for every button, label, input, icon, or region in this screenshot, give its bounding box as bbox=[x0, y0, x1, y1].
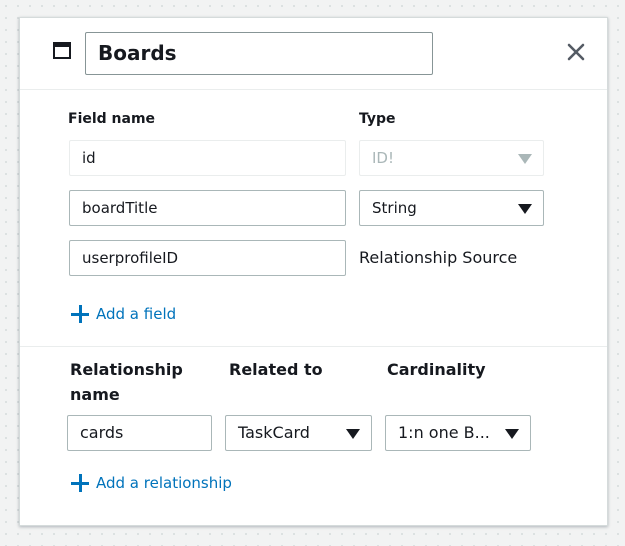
model-title-input[interactable]: Boards bbox=[85, 32, 433, 75]
caret-down-icon bbox=[518, 154, 532, 164]
relationship-name-input[interactable]: cards bbox=[67, 415, 212, 451]
field-type-select-boardtitle[interactable]: String bbox=[359, 190, 544, 226]
window-icon bbox=[53, 42, 71, 59]
related-to-value: TaskCard bbox=[238, 423, 310, 442]
plus-icon bbox=[71, 474, 89, 492]
header-divider bbox=[20, 89, 607, 90]
type-header: Type bbox=[359, 111, 396, 127]
related-to-select[interactable]: TaskCard bbox=[225, 415, 372, 451]
caret-down-icon bbox=[518, 204, 532, 214]
add-relationship-button[interactable]: Add a relationship bbox=[71, 474, 232, 492]
section-divider bbox=[20, 346, 607, 347]
relationship-name-header: Relationship name bbox=[70, 360, 183, 404]
field-type-value: ID! bbox=[372, 149, 394, 167]
plus-icon bbox=[71, 305, 89, 323]
close-icon[interactable] bbox=[564, 40, 588, 64]
add-relationship-label: Add a relationship bbox=[96, 474, 232, 492]
field-name-input-id: id bbox=[69, 140, 346, 176]
relationship-source-label: Relationship Source bbox=[359, 248, 518, 267]
cardinality-value: 1:n one B... bbox=[398, 423, 490, 442]
field-type-select-id: ID! bbox=[359, 140, 544, 176]
related-to-header: Related to bbox=[229, 360, 323, 379]
field-name-input-userprofileid[interactable]: userprofileID bbox=[69, 240, 346, 276]
field-name-header: Field name bbox=[68, 111, 156, 127]
caret-down-icon bbox=[346, 429, 360, 439]
field-name-input-boardtitle[interactable]: boardTitle bbox=[69, 190, 346, 226]
caret-down-icon bbox=[505, 429, 519, 439]
model-editor-card: Boards Field name Type id ID! boardTitle… bbox=[19, 17, 608, 526]
field-type-value: String bbox=[372, 199, 417, 217]
add-field-button[interactable]: Add a field bbox=[71, 305, 176, 323]
cardinality-header: Cardinality bbox=[387, 360, 486, 379]
add-field-label: Add a field bbox=[96, 305, 177, 323]
cardinality-select[interactable]: 1:n one B... bbox=[385, 415, 531, 451]
